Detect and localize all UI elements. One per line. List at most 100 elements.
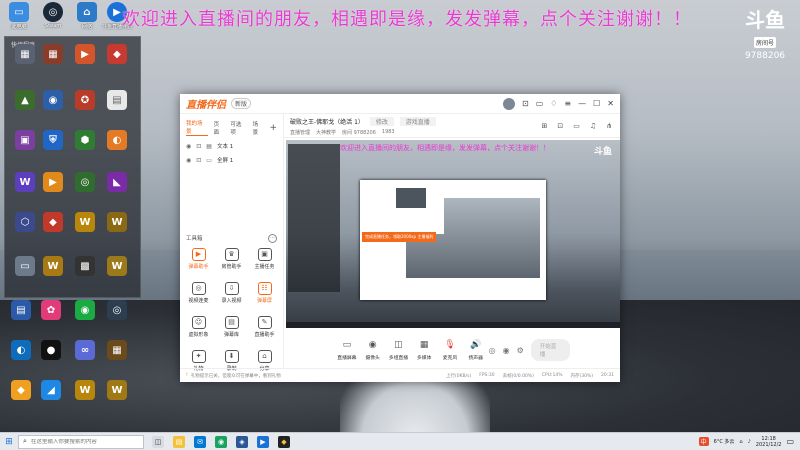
desktop-icon-app[interactable]: ◐ — [4, 340, 38, 360]
search-input[interactable] — [30, 438, 131, 445]
source-control-button[interactable]: 🎙 麦克风 — [437, 340, 463, 361]
tab-page[interactable]: 页面 — [214, 120, 225, 136]
desktop-icon-app[interactable]: ▦ — [36, 44, 70, 64]
tab-scene[interactable]: 场景 — [253, 120, 264, 136]
lock-icon[interactable]: ⊡ — [196, 143, 201, 150]
avatar[interactable] — [502, 97, 515, 110]
desktop-icon-app[interactable]: ◆ — [4, 380, 38, 400]
network-icon[interactable]: ⌂ — [739, 439, 742, 445]
app-taskbar-icon[interactable]: ◆ — [278, 435, 290, 448]
record-icon[interactable]: ◉ — [503, 346, 510, 355]
source-control-button[interactable]: ▭ 直播屏幕 — [334, 340, 360, 361]
task-tip[interactable]: 完成直播任务，领取2000xp 主播福利 — [362, 232, 437, 242]
room-title[interactable]: 破败之王-佛耶戈（绝活 1） — [290, 119, 364, 126]
desktop-icon-app[interactable]: ⬢ — [68, 130, 102, 150]
desktop-icon-app[interactable]: ◐ — [100, 130, 134, 150]
menu-icon[interactable]: ≡ — [564, 99, 571, 108]
desktop-icon-computer[interactable]: ▭ 此电脑 — [2, 2, 36, 30]
desktop-icon-app[interactable]: ◆ — [100, 44, 134, 64]
tool-item[interactable]: ☷ 弹幕屏 — [248, 282, 281, 304]
close-icon[interactable]: ✕ — [607, 99, 614, 108]
screen-icon[interactable]: ▭ — [573, 122, 580, 130]
tool-item[interactable]: ▣ 主播任务 — [248, 248, 281, 270]
desktop-icon-app[interactable]: ◢ — [34, 380, 68, 400]
mail-icon[interactable]: ✉ — [194, 435, 206, 448]
desktop-icon-app[interactable]: ▦ — [100, 340, 134, 360]
source-control-button[interactable]: ◉ 摄像头 — [360, 340, 386, 361]
desktop-icon-app[interactable]: W — [100, 212, 134, 232]
notification-icon[interactable]: ▭ — [786, 437, 794, 446]
desktop-icon-network[interactable]: ⌂ 网络 — [70, 2, 104, 30]
store-icon[interactable]: ◈ — [236, 435, 248, 448]
desktop-icon-app[interactable]: ✪ — [68, 90, 102, 110]
desktop-icon-app[interactable]: W — [36, 256, 70, 276]
skin-icon[interactable]: ♢ — [550, 99, 557, 108]
category-select[interactable]: 游戏直播 — [399, 117, 436, 126]
desktop-icon-app[interactable]: ▤ — [4, 300, 38, 320]
source-control-button[interactable]: 🔊 扬声器 — [463, 340, 489, 361]
desktop-icon-app[interactable]: ⛨ — [36, 130, 70, 150]
window-titlebar[interactable]: 直播伴侣 新版 ⊡ ▭ ♢ ≡ — ☐ ✕ — [180, 94, 620, 114]
desktop-icon-app[interactable]: W — [100, 380, 134, 400]
start-button[interactable]: ⊞ — [0, 437, 18, 447]
share-icon[interactable]: ⋔ — [606, 122, 612, 130]
taskbar-search[interactable]: ⌕ — [18, 434, 144, 449]
douyu-taskbar-icon[interactable]: ▶ — [257, 435, 269, 448]
start-live-button[interactable]: 开始直播 — [530, 339, 570, 361]
weather-widget[interactable]: 6°C 多云 — [714, 438, 735, 445]
desktop-icon-app[interactable]: W — [100, 256, 134, 276]
grid-icon[interactable]: ⊞ — [541, 122, 547, 130]
tool-item[interactable]: ⇩ 录入视频 — [215, 282, 248, 304]
file-explorer-icon[interactable]: ▤ — [173, 435, 185, 448]
desktop-icon-app[interactable]: ◎ — [68, 172, 102, 192]
eye-icon[interactable]: ◉ — [186, 157, 191, 164]
desktop-icon-app[interactable]: ▶ — [68, 44, 102, 64]
room-manage-link[interactable]: 直播管理 — [290, 129, 310, 136]
desktop-icon-app[interactable]: ◎ — [100, 300, 134, 320]
scene-item-fullscreen[interactable]: ◉ ⊡ ▭ 全屏 1 — [180, 153, 283, 167]
bell-icon[interactable]: ♫ — [590, 122, 596, 130]
desktop-icon-qq[interactable]: ● — [34, 340, 68, 360]
desktop-icon-app[interactable]: ✿ — [34, 300, 68, 320]
eye-icon[interactable]: ◉ — [186, 143, 191, 150]
desktop-icon-app[interactable]: ◆ — [36, 212, 70, 232]
browser-icon[interactable]: ◉ — [215, 435, 227, 448]
gift-icon[interactable]: ⊡ — [522, 99, 529, 108]
desktop-icon-app[interactable]: ◉ — [68, 300, 102, 320]
camera-icon[interactable]: ◎ — [489, 346, 496, 355]
version-badge[interactable]: 新版 — [231, 98, 252, 109]
task-view-icon[interactable]: ◫ — [152, 435, 164, 448]
settings-icon[interactable]: ⚙ — [517, 346, 524, 355]
maximize-icon[interactable]: ☐ — [593, 99, 600, 108]
source-control-button[interactable]: ◫ 多组直播 — [386, 340, 412, 361]
tool-item[interactable]: ✎ 直播助手 — [248, 316, 281, 338]
ime-indicator[interactable]: 中 — [698, 437, 709, 446]
tool-item[interactable]: ▶ 弹幕助手 — [182, 248, 215, 270]
desktop-icon-file[interactable]: ▤ — [100, 90, 134, 110]
more-tools-icon[interactable]: ··· — [268, 234, 277, 243]
desktop-icon-app[interactable]: ▶ — [36, 172, 70, 192]
add-scene-icon[interactable]: + — [269, 123, 277, 133]
scene-item-text[interactable]: ◉ ⊡ ▤ 文本 1 — [180, 139, 283, 153]
room-tag[interactable]: 大神教学 — [316, 129, 336, 136]
message-icon[interactable]: ▭ — [536, 99, 544, 108]
tool-item[interactable]: ▤ 弹幕库 — [215, 316, 248, 338]
tool-item[interactable]: ◎ 视频连麦 — [182, 282, 215, 304]
desktop-icon-app[interactable]: ◉ — [36, 90, 70, 110]
desktop-icon-app[interactable]: ◣ — [100, 172, 134, 192]
category-edit-link[interactable]: 修改 — [369, 117, 394, 126]
stream-preview[interactable]: 欢迎进入直播间的朋友，相遇即是缘，发发弹幕，点个关注谢谢！！ 斗鱼 完成直播任务… — [286, 140, 620, 328]
desktop-icon-app[interactable]: W — [68, 212, 102, 232]
source-control-button[interactable]: ▦ 多媒体 — [411, 340, 437, 361]
tool-item[interactable]: ☺ 虚拟形象 — [182, 316, 215, 338]
minimize-icon[interactable]: — — [578, 99, 586, 108]
desktop-icon-app[interactable]: ∞ — [68, 340, 102, 360]
desktop-icon-app[interactable]: ▩ — [68, 256, 102, 276]
desktop-icon-app[interactable]: W — [68, 380, 102, 400]
lock-icon[interactable]: ⊡ — [557, 122, 563, 130]
volume-icon[interactable]: ♪ — [748, 439, 751, 445]
lock-icon[interactable]: ⊡ — [196, 157, 201, 164]
tab-options[interactable]: 可选项 — [230, 120, 246, 136]
desktop-icon-steam[interactable]: ◎ Steam — [36, 2, 70, 29]
tab-my-scenes[interactable]: 我的场景 — [186, 119, 208, 136]
